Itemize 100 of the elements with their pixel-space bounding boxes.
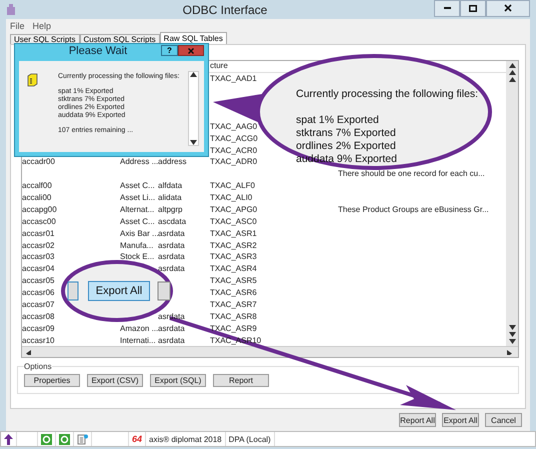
table-cell: accali00 [22, 193, 52, 202]
version-label: 64 [132, 434, 142, 444]
dialog-button[interactable]: Export All [442, 413, 479, 427]
refresh-icon[interactable] [59, 434, 70, 444]
scroll-down-icon[interactable] [508, 339, 516, 344]
table-cell: Asset C... [120, 181, 155, 190]
menu-item[interactable]: File [10, 21, 25, 31]
page-down-icon[interactable] [508, 332, 516, 337]
close-icon [504, 4, 512, 12]
refresh-icon[interactable] [41, 434, 52, 444]
dialog-title: Please Wait [68, 44, 128, 56]
table-cell: accasr04 [22, 264, 54, 274]
table-cell: Asset C... [120, 216, 155, 226]
callout-text: stktrans 7% Exported [296, 127, 397, 140]
table-cell: TXAC_ALF0 [210, 181, 255, 190]
table-cell: TXAC_AAD1 [210, 74, 257, 84]
product-name: axis® diplomat 2018 [149, 434, 222, 444]
export-all-button[interactable]: Export All [88, 281, 150, 301]
table-cell: accasc00 [22, 216, 56, 226]
table-cell: TXAC_ASR9 [210, 324, 257, 333]
help-button[interactable]: ? [161, 45, 178, 56]
table-cell: address [158, 157, 186, 166]
table-cell: TXAC_ASR2 [210, 240, 257, 250]
table-cell: TXAC_ACR0 [210, 146, 258, 155]
table-cell: accasr10 [22, 336, 54, 345]
table-cell: alfdata [158, 181, 182, 190]
table-cell: accadr00 [22, 157, 55, 166]
table-cell: There should be one record for each cu... [338, 169, 485, 178]
close-icon [188, 48, 194, 54]
scroll-up-icon[interactable] [508, 77, 516, 82]
list-scrollbar[interactable] [188, 71, 199, 146]
table-cell: TXAC_ASR8 [210, 312, 257, 321]
table-cell: TXAC_AAG0 [210, 122, 258, 131]
horizontal-scrollbar[interactable] [22, 346, 518, 357]
table-cell: Amazon ... [120, 324, 158, 333]
table-cell: accasr02 [22, 240, 54, 250]
table-cell: Asset Li... [120, 193, 156, 202]
table-cell: asrdata [158, 312, 185, 321]
callout-text: ordlines 2% Exported [296, 140, 397, 153]
scroll-right-icon[interactable] [507, 350, 514, 354]
table-cell: These Product Groups are eBusiness Gr... [338, 204, 489, 214]
table-cell: TXAC_ASR6 [210, 288, 257, 298]
option-button[interactable]: Properties [24, 374, 80, 387]
table-cell: accasr06 [22, 288, 54, 298]
minimize-icon [444, 7, 450, 9]
table-cell: alidata [158, 193, 182, 202]
table-cell: altpgrp [158, 204, 182, 214]
table-cell: accasr07 [22, 300, 54, 309]
option-button[interactable]: Export (SQL) [150, 374, 206, 387]
tab[interactable]: User SQL Scripts [10, 34, 80, 44]
table-cell: accasr09 [22, 324, 54, 333]
table-cell: asrdata [158, 264, 185, 274]
page-up-icon[interactable] [508, 70, 516, 75]
table-cell: asrdata [158, 240, 185, 250]
table-cell: asrdata [158, 324, 185, 333]
callout-text: Currently processing the following files: [296, 88, 478, 101]
table-cell: Axis Bar ... [120, 228, 159, 238]
app-icon [6, 4, 16, 15]
table-cell: asrdata [158, 336, 185, 345]
group-label: Options [24, 362, 52, 371]
tab[interactable]: Raw SQL Tables [160, 32, 227, 44]
table-cell: TXAC_APG0 [210, 204, 258, 214]
window-title: ODBC Interface [182, 2, 268, 16]
table-cell: asrdata [158, 228, 185, 238]
table-cell: Alternat... [120, 204, 154, 214]
table-cell: accasr01 [22, 228, 54, 238]
menu-item[interactable]: Help [32, 21, 52, 31]
table-cell: asrdata [158, 252, 185, 262]
upload-icon[interactable] [4, 434, 13, 444]
dialog-button[interactable]: Cancel [485, 413, 522, 427]
connection-name: DPA (Local) [228, 434, 271, 444]
maximize-icon [469, 4, 477, 12]
scroll-up-icon[interactable] [190, 72, 197, 77]
table-cell: TXAC_ASR1 [210, 228, 257, 238]
option-button[interactable]: Export (CSV) [87, 374, 143, 387]
table-cell: TXAC_ASC0 [210, 216, 257, 226]
table-cell: Internati... [120, 336, 156, 345]
scroll-down-icon[interactable] [508, 325, 516, 330]
table-cell: accasr08 [22, 312, 54, 321]
table-cell: Address ... [120, 157, 158, 166]
minimize-button[interactable] [434, 0, 460, 16]
table-cell: accapg00 [22, 204, 57, 214]
table-cell: accasr05 [22, 276, 54, 286]
column-header[interactable]: cture [210, 61, 228, 72]
table-cell: TXAC_ALI0 [210, 193, 252, 202]
document-icon[interactable] [77, 434, 88, 444]
maximize-button[interactable] [460, 0, 486, 16]
table-cell: TXAC_ACG0 [210, 134, 258, 143]
close-button[interactable] [486, 0, 530, 16]
scroll-up-icon[interactable] [508, 63, 516, 68]
scroll-down-icon[interactable] [190, 140, 197, 145]
vertical-scrollbar[interactable] [506, 61, 518, 346]
table-cell: TXAC_ASR7 [210, 300, 257, 309]
table-cell: ascdata [158, 216, 186, 226]
dialog-button[interactable]: Report All [399, 413, 436, 427]
table-cell: accalf00 [22, 181, 52, 190]
callout-text: spat 1% Exported [296, 114, 380, 127]
scroll-left-icon[interactable] [26, 350, 33, 354]
table-cell: TXAC_ASR3 [210, 252, 257, 262]
option-button[interactable]: Report [213, 374, 269, 387]
